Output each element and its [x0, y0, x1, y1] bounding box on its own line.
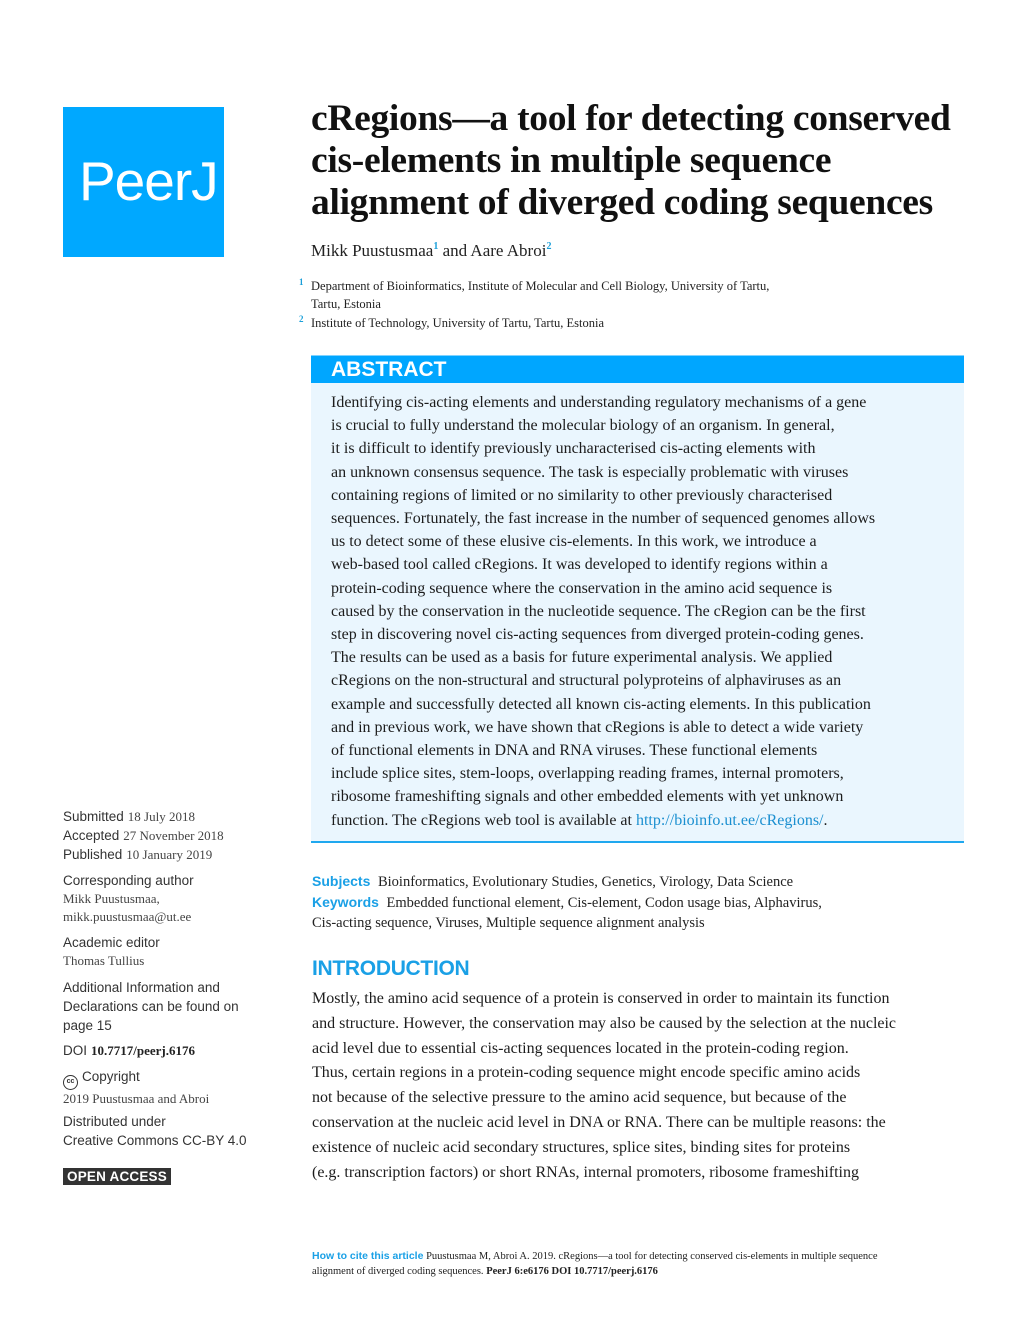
introduction-heading: INTRODUCTION	[312, 957, 470, 980]
editor-name: Thomas Tullius	[63, 953, 145, 968]
affiliation-2: 2 Institute of Technology, University of …	[299, 310, 604, 332]
corresponding-email[interactable]: mikk.puustusmaa@ut.ee	[63, 909, 191, 924]
citation-text: alignment of diverged coding sequences.	[312, 1266, 487, 1277]
abstract-line: containing regions of limited or no simi…	[331, 486, 833, 504]
affiliation-text: Institute of Technology, University of T…	[311, 316, 605, 330]
author-name[interactable]: Aare Abroi	[470, 241, 546, 260]
creative-commons-icon: cc	[63, 1075, 78, 1090]
abstract-text: .	[823, 811, 828, 829]
academic-editor-block: Academic editor Thomas Tullius	[63, 933, 303, 970]
intro-line: not because of the selective pressure to…	[312, 1089, 847, 1107]
corresponding-label: Corresponding author	[63, 873, 194, 888]
additional-info-line: Additional Information and	[63, 980, 220, 995]
abstract-line: example and successfully detected all kn…	[331, 695, 871, 713]
citation-text: Puustusmaa M, Abroi A. 2019. cRegions—a …	[426, 1251, 878, 1262]
title-line: cRegions—a tool for detecting conserved	[311, 98, 951, 139]
corresponding-name: Mikk Puustusmaa,	[63, 891, 160, 906]
submitted-label: Submitted	[63, 809, 124, 824]
doi-value[interactable]: 10.7717/peerj.6176	[91, 1043, 195, 1058]
author-name[interactable]: Mikk Puustusmaa	[311, 241, 433, 260]
abstract-line: cRegions on the non-structural and struc…	[331, 672, 842, 690]
affiliation-text: Department of Bioinformatics, Institute …	[311, 279, 770, 293]
subjects-value: Bioinformatics, Evolutionary Studies, Ge…	[377, 874, 794, 890]
doi-label: DOI	[63, 1043, 88, 1058]
affiliation-number: 1	[299, 277, 304, 287]
dates-block: Submitted 18 July 2018 Accepted 27 Novem…	[63, 807, 303, 864]
submitted-date: 18 July 2018	[127, 809, 195, 824]
abstract-box: ABSTRACT Identifying cis-acting elements…	[311, 355, 964, 843]
citation-footer: How to cite this article Puustusmaa M, A…	[312, 1249, 972, 1279]
intro-line: (e.g. transcription factors) or short RN…	[312, 1163, 859, 1181]
keywords-label: Keywords	[312, 894, 379, 910]
additional-info-block: Additional Information and Declarations …	[63, 978, 303, 1035]
affiliation-1: 1 Department of Bioinformatics, Institute…	[299, 273, 769, 313]
abstract-line: ribosome frameshifting signals and other…	[331, 788, 844, 806]
published-date: 10 January 2019	[126, 847, 213, 862]
copyright-block: cc Copyright 2019 Puustusmaa and Abroi	[63, 1067, 303, 1108]
abstract-line: sequences. Fortunately, the fast increas…	[331, 510, 876, 528]
abstract-line-last: function. The cRegions web tool is avail…	[331, 809, 950, 832]
abstract-line: The results can be used as a basis for f…	[331, 649, 833, 667]
copyright-value: 2019 Puustusmaa and Abroi	[63, 1091, 210, 1106]
subjects-label: Subjects	[312, 873, 371, 889]
affiliation-number: 2	[299, 314, 304, 324]
license-line: Distributed under	[63, 1114, 166, 1129]
title-line: cis-elements in multiple sequence	[311, 140, 832, 181]
abstract-line: of functional elements in DNA and RNA vi…	[331, 742, 818, 760]
abstract-line: include splice sites, stem-loops, overla…	[331, 765, 844, 783]
citation-label: How to cite this article	[312, 1250, 424, 1262]
author-joiner: and	[438, 241, 471, 260]
intro-line: acid level due to essential cis-acting s…	[312, 1039, 849, 1057]
abstract-body: Identifying cis-acting elements and unde…	[311, 383, 964, 843]
intro-line: conservation at the nucleic acid level i…	[312, 1113, 886, 1131]
corresponding-author-block: Corresponding author Mikk Puustusmaa, mi…	[63, 871, 303, 926]
abstract-line: and in previous work, we have shown that…	[331, 718, 864, 736]
keywords-value: Cis-acting sequence, Viruses, Multiple s…	[312, 915, 705, 931]
copyright-label: Copyright	[82, 1069, 140, 1084]
open-access-badge: OPEN ACCESS	[63, 1168, 171, 1185]
doi-block: DOI 10.7717/peerj.6176	[63, 1041, 303, 1060]
logo-text: PeerJ	[79, 150, 219, 212]
abstract-header: ABSTRACT	[311, 355, 964, 383]
affiliation-marker: 2	[546, 241, 552, 252]
license-block: Distributed under Creative Commons CC-BY…	[63, 1112, 303, 1150]
abstract-heading: ABSTRACT	[331, 358, 447, 381]
peerj-logo: PeerJ	[63, 107, 224, 257]
intro-line: Mostly, the amino acid sequence of a pro…	[312, 990, 890, 1007]
abstract-line: caused by the conservation in the nucleo…	[331, 602, 866, 620]
abstract-line: us to detect some of these elusive cis-e…	[331, 533, 817, 551]
abstract-line: step in discovering novel cis-acting seq…	[331, 626, 864, 644]
author-list: Mikk Puustusmaa1 and Aare Abroi2	[311, 241, 551, 261]
keywords-value: Embedded functional element, Cis-element…	[386, 895, 822, 911]
cregions-link[interactable]: http://bioinfo.ut.ee/cRegions/	[636, 812, 824, 829]
abstract-line: an unknown consensus sequence. The task …	[331, 463, 849, 481]
accepted-label: Accepted	[63, 828, 120, 843]
subjects-keywords: Subjects Bioinformatics, Evolutionary St…	[312, 871, 972, 933]
intro-line: and structure. However, the conservation…	[312, 1014, 897, 1032]
abstract-text: function. The cRegions web tool is avail…	[331, 811, 636, 829]
article-title: cRegions—a tool for detecting conserved …	[311, 98, 981, 224]
citation-journal: PeerJ 6:e6176 DOI 10.7717/peerj.6176	[486, 1266, 658, 1277]
intro-line: Thus, certain regions in a protein-codin…	[312, 1064, 861, 1082]
intro-line: existence of nucleic acid secondary stru…	[312, 1138, 851, 1156]
introduction-body: Mostly, the amino acid sequence of a pro…	[312, 987, 972, 1185]
title-line: alignment of diverged coding sequences	[311, 182, 933, 223]
abstract-line: it is difficult to identify previously u…	[331, 440, 816, 458]
additional-info-line: page 15	[63, 1018, 112, 1033]
editor-label: Academic editor	[63, 935, 160, 950]
abstract-line: is crucial to fully understand the molec…	[331, 417, 835, 435]
license-line[interactable]: Creative Commons CC-BY 4.0	[63, 1133, 247, 1148]
abstract-line: web-based tool called cRegions. It was d…	[331, 556, 828, 574]
abstract-line: Identifying cis-acting elements and unde…	[331, 394, 867, 411]
published-label: Published	[63, 847, 123, 862]
additional-info-line: Declarations can be found on	[63, 999, 239, 1014]
accepted-date: 27 November 2018	[123, 828, 224, 843]
affiliation-text: Tartu, Estonia	[311, 297, 381, 311]
abstract-line: protein-coding sequence where the conser…	[331, 579, 833, 597]
